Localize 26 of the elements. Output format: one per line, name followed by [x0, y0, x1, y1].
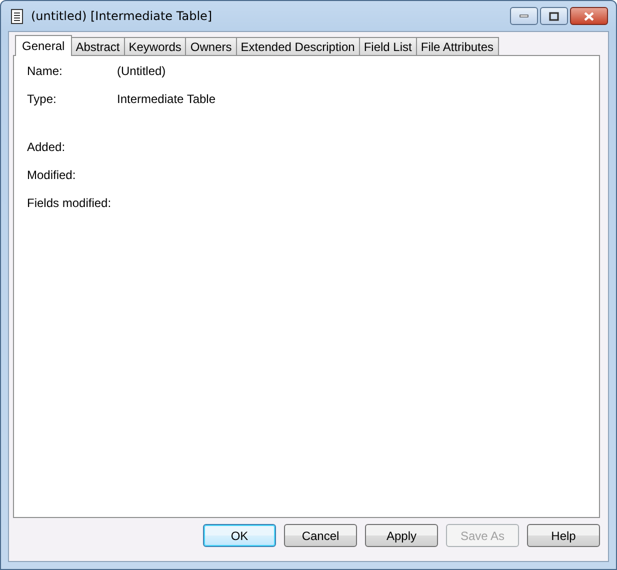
minimize-icon: [519, 14, 529, 18]
window-title: (untitled) [Intermediate Table]: [31, 9, 214, 23]
field-label: Added:: [27, 140, 66, 154]
tab[interactable]: Keywords: [124, 37, 186, 55]
close-button[interactable]: [570, 7, 608, 25]
dialog-button[interactable]: OK: [203, 524, 276, 547]
tab[interactable]: Owners: [185, 37, 237, 55]
maximize-button[interactable]: [540, 7, 568, 25]
tab[interactable]: Extended Description: [236, 37, 360, 55]
close-icon: [583, 12, 595, 20]
tab[interactable]: File Attributes: [416, 37, 499, 55]
field-label: Fields modified:: [27, 196, 112, 210]
field-value: (Untitled): [117, 64, 166, 78]
tab[interactable]: General: [15, 35, 72, 56]
field-label: Name:: [27, 64, 64, 78]
minimize-button[interactable]: [510, 7, 538, 25]
tab[interactable]: Abstract: [70, 37, 125, 55]
dialog-button[interactable]: Help: [527, 524, 600, 547]
field-value: Intermediate Table: [117, 92, 216, 106]
field-label: Type:: [27, 92, 58, 106]
maximize-icon: [549, 12, 559, 20]
dialog-button[interactable]: Cancel: [284, 524, 357, 547]
field-label: Modified:: [27, 168, 77, 182]
dialog-button[interactable]: Apply: [365, 524, 438, 547]
tab[interactable]: Field List: [358, 37, 417, 55]
document-icon: [11, 8, 23, 24]
